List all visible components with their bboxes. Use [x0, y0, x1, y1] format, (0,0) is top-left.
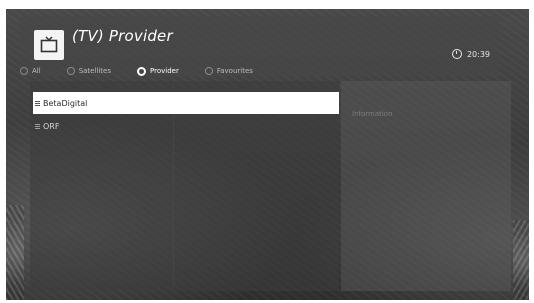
tab-provider[interactable]: Provider [137, 66, 179, 76]
radio-icon [204, 67, 213, 75]
list-icon [35, 100, 40, 106]
info-panel-label: Information [352, 110, 393, 118]
background-decoration-left [6, 205, 24, 300]
radio-icon [20, 67, 28, 75]
list-item-orf[interactable]: ORF [33, 115, 339, 137]
tab-label: Satellites [78, 67, 112, 75]
screenshot: (TV) Provider 20:39 All Satellites Provi… [0, 0, 534, 303]
tab-label: Provider [150, 67, 179, 75]
clock-time: 20:39 [466, 49, 490, 59]
list-item-betadigital[interactable]: BetaDigital [33, 92, 339, 114]
list-item-label: ORF [43, 121, 60, 131]
radio-selected-icon [137, 66, 147, 76]
list-icon [35, 123, 40, 129]
clock-icon [451, 49, 462, 59]
clock: 20:39 [451, 49, 490, 59]
background-decoration-right [513, 220, 529, 300]
tab-bar: All Satellites Provider Favourites [20, 62, 500, 80]
tab-label: All [32, 67, 41, 75]
page-title: (TV) Provider [72, 27, 173, 45]
tab-satellites[interactable]: Satellites [66, 67, 112, 75]
tv-icon [34, 30, 64, 60]
tab-favourites[interactable]: Favourites [204, 67, 253, 75]
list-item-label: BetaDigital [43, 98, 88, 108]
radio-icon [66, 67, 75, 75]
tab-all[interactable]: All [20, 67, 41, 75]
tab-label: Favourites [216, 67, 253, 75]
